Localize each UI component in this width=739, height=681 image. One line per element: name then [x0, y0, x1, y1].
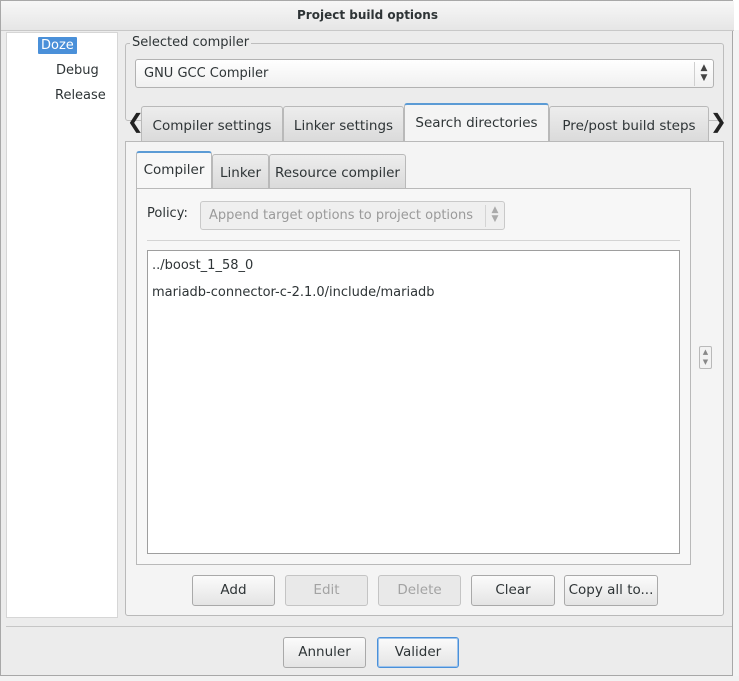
tab-compiler-settings[interactable]: Compiler settings [141, 106, 283, 142]
delete-button[interactable]: Delete [378, 575, 461, 606]
subtab-compiler[interactable]: Compiler [136, 151, 212, 189]
subtab-linker[interactable]: Linker [212, 154, 269, 189]
compiler-select[interactable]: GNU GCC Compiler ▲ ▼ [135, 59, 714, 88]
clear-button[interactable]: Clear [471, 575, 555, 606]
edit-button[interactable]: Edit [285, 575, 368, 606]
dialog-title: Project build options [1, 1, 734, 31]
list-item[interactable]: mariadb-connector-c-2.1.0/include/mariad… [152, 285, 435, 300]
background-window-strip [0, 676, 739, 681]
tree-item-debug[interactable]: Debug [53, 62, 102, 79]
reorder-spin-button[interactable]: ▲ ▼ [699, 346, 712, 369]
list-item[interactable]: ../boost_1_58_0 [152, 258, 253, 273]
tab-search-directories[interactable]: Search directories [404, 103, 549, 142]
separator [147, 240, 680, 241]
policy-select: Append target options to project options… [200, 201, 505, 230]
background-window-edge [733, 30, 739, 676]
footer-separator [6, 626, 732, 627]
cancel-button[interactable]: Annuler [283, 637, 366, 668]
tree-item-doze[interactable]: Doze [38, 37, 77, 54]
copy-all-to-button[interactable]: Copy all to... [564, 575, 658, 606]
tree-item-release[interactable]: Release [52, 87, 109, 104]
tab-pre-post-build-steps[interactable]: Pre/post build steps [549, 106, 709, 142]
chevron-right-icon[interactable]: ❯ [710, 111, 727, 131]
ok-button[interactable]: Valider [377, 637, 459, 668]
subtab-resource-compiler[interactable]: Resource compiler [269, 154, 406, 189]
selected-compiler-label: Selected compiler [130, 35, 252, 50]
add-button[interactable]: Add [192, 575, 275, 606]
updown-arrows-icon: ▲ ▼ [694, 62, 713, 86]
policy-label: Policy: [147, 206, 188, 221]
updown-arrows-icon: ▲ ▼ [485, 205, 504, 227]
compiler-select-value: GNU GCC Compiler [144, 66, 269, 81]
tab-linker-settings[interactable]: Linker settings [283, 106, 404, 142]
policy-select-value: Append target options to project options [209, 208, 474, 223]
target-tree[interactable]: Doze Debug Release [6, 32, 118, 618]
directory-list[interactable]: ../boost_1_58_0 mariadb-connector-c-2.1.… [147, 250, 680, 554]
